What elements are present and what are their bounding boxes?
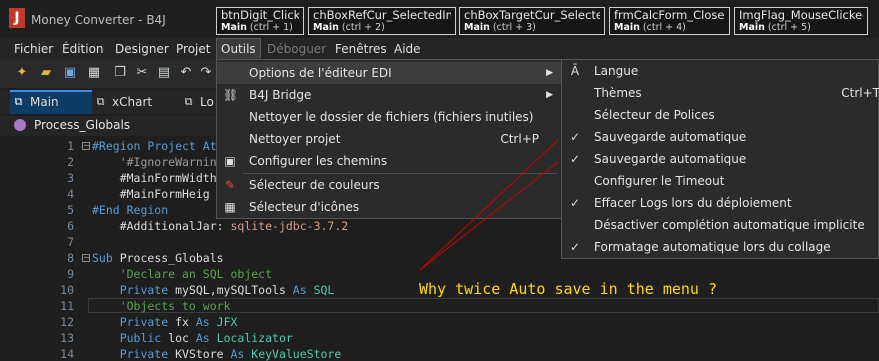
arrow-line (419, 161, 559, 271)
arrow-line (419, 139, 559, 271)
annotation-arrows (419, 139, 559, 271)
annotation-text: Why twice Auto save in the menu ? (419, 280, 718, 298)
